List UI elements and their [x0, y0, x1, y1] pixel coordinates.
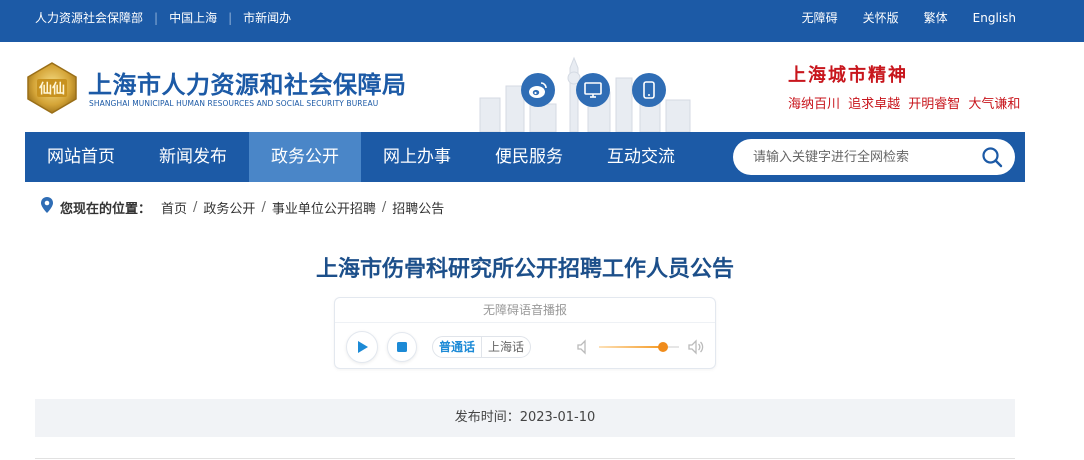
- dialect-mandarin[interactable]: 普通话: [433, 337, 483, 357]
- search-icon[interactable]: [981, 146, 1003, 168]
- breadcrumb-recruitment[interactable]: 事业单位公开招聘: [272, 198, 376, 217]
- accessibility-link[interactable]: 无障碍: [802, 9, 838, 26]
- location-pin-icon: [40, 196, 54, 218]
- desktop-icon[interactable]: [576, 73, 610, 107]
- volume-slider[interactable]: [599, 342, 679, 352]
- article-title: 上海市伤骨科研究所公开招聘工作人员公告: [315, 257, 734, 282]
- divider: [35, 458, 1015, 459]
- breadcrumb-home[interactable]: 首页: [161, 198, 187, 217]
- main-nav: 网站首页 新闻发布 政务公开 网上办事 便民服务 互动交流: [25, 132, 1025, 182]
- breadcrumb-separator: /: [381, 199, 387, 215]
- nav-interaction[interactable]: 互动交流: [585, 132, 697, 182]
- traditional-chinese-link[interactable]: 繁体: [924, 9, 948, 26]
- volume-slider-knob[interactable]: [658, 342, 668, 352]
- top-bar: 人力资源社会保障部 | 中国上海 | 市新闻办 无障碍 关怀版 繁体 Engli…: [0, 0, 1084, 42]
- breadcrumb: 您现在的位置： 首页 / 政务公开 / 事业单位公开招聘 / 招聘公告: [40, 196, 444, 218]
- audio-player: 无障碍语音播报 普通话 上海话: [334, 297, 716, 369]
- nav-online-services[interactable]: 网上办事: [361, 132, 473, 182]
- nav-news[interactable]: 新闻发布: [137, 132, 249, 182]
- play-button[interactable]: [346, 331, 378, 363]
- search-box: [733, 139, 1015, 175]
- volume-up-icon[interactable]: [687, 339, 705, 359]
- volume-slider-fill: [599, 346, 663, 348]
- stop-icon: [397, 342, 407, 352]
- city-spirit: 上海城市精神 海纳百川 追求卓越 开明睿智 大气谦和: [788, 61, 1020, 112]
- volume-down-icon[interactable]: [576, 339, 592, 359]
- emblem-glyph: 仙仙: [39, 81, 65, 97]
- link-mohrss[interactable]: 人力资源社会保障部: [35, 9, 143, 26]
- nav-gov-affairs[interactable]: 政务公开: [249, 132, 361, 182]
- play-icon: [358, 341, 368, 353]
- breadcrumb-gov-affairs[interactable]: 政务公开: [203, 198, 255, 217]
- bureau-emblem-logo[interactable]: 仙仙: [24, 61, 80, 115]
- dialect-shanghainese[interactable]: 上海话: [482, 337, 530, 357]
- dialect-switch: 普通话 上海话: [432, 336, 532, 358]
- search-input[interactable]: [753, 147, 973, 167]
- care-version-link[interactable]: 关怀版: [863, 9, 899, 26]
- breadcrumb-announcement[interactable]: 招聘公告: [392, 198, 444, 217]
- breadcrumb-separator: /: [261, 199, 266, 215]
- publish-date: 2023-01-10: [519, 410, 596, 425]
- breadcrumb-label: 您现在的位置：: [60, 201, 152, 217]
- top-links-right: 无障碍 关怀版 繁体 English: [777, 9, 1016, 26]
- nav-home[interactable]: 网站首页: [25, 132, 137, 182]
- divider: |: [228, 10, 233, 25]
- nav-public-services[interactable]: 便民服务: [473, 132, 585, 182]
- site-name-en: SHANGHAI MUNICIPAL HUMAN RESOURCES AND S…: [89, 99, 379, 108]
- english-link[interactable]: English: [973, 11, 1016, 25]
- mobile-icon[interactable]: [632, 73, 666, 107]
- link-china-shanghai[interactable]: 中国上海: [169, 9, 217, 26]
- site-header: 仙仙 上海市人力资源和社会保障局 SHANGHAI MUNICIPAL HUMA…: [0, 42, 1084, 133]
- divider: |: [154, 10, 159, 25]
- breadcrumb-separator: /: [193, 199, 198, 215]
- publish-label: 发布时间：: [454, 410, 520, 425]
- audio-player-title: 无障碍语音播报: [335, 298, 715, 323]
- publish-info-bar: 发布时间：2023-01-10: [35, 399, 1015, 437]
- stop-button[interactable]: [387, 332, 417, 362]
- top-links-left: 人力资源社会保障部 | 中国上海 | 市新闻办: [35, 9, 291, 26]
- city-spirit-motto: 海纳百川 追求卓越 开明睿智 大气谦和: [788, 97, 1021, 112]
- city-spirit-title: 上海城市精神: [788, 65, 908, 86]
- site-name-cn[interactable]: 上海市人力资源和社会保障局: [88, 65, 407, 100]
- link-news-office[interactable]: 市新闻办: [243, 9, 291, 26]
- weibo-icon[interactable]: [521, 73, 555, 107]
